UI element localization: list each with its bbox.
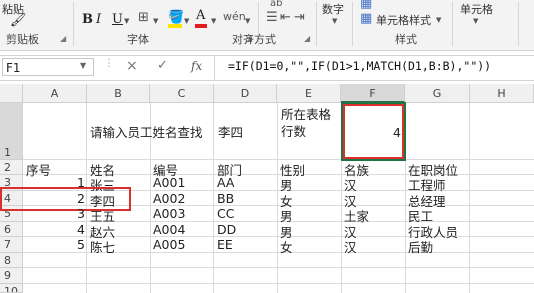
chevron-down-icon[interactable]: ▼	[436, 16, 441, 24]
ribbon: 粘贴 🖌 剪贴板 ◢ B I U ▼ ⊞ ▼ 🪣 ▼ A ▼ wén ▼ 字体 …	[0, 0, 534, 51]
cell-f7[interactable]: 汉	[342, 237, 359, 256]
cancel-icon[interactable]: ×	[126, 58, 138, 74]
separator	[518, 2, 519, 46]
cell-c4[interactable]: A002	[151, 191, 187, 206]
cell-d5[interactable]: CC	[215, 206, 236, 221]
italic-icon[interactable]: I	[96, 13, 101, 27]
chevron-down-icon[interactable]: ▼	[184, 17, 189, 25]
column-header[interactable]: E	[277, 84, 341, 103]
table-format-icon[interactable]: ▦	[360, 0, 372, 11]
decrease-indent-icon[interactable]: ⇤	[280, 11, 291, 25]
chevron-down-icon[interactable]: ▼	[153, 17, 158, 25]
row-header[interactable]: 10	[0, 284, 23, 293]
column-header[interactable]: B	[87, 84, 150, 103]
fill-color-swatch	[168, 24, 182, 28]
alignment-launcher-icon[interactable]: ◢	[304, 34, 310, 43]
borders-icon[interactable]: ⊞	[138, 11, 149, 25]
cell-d4[interactable]: BB	[215, 191, 236, 206]
cell-c6[interactable]: A004	[151, 222, 187, 237]
formula-bar: F1 ▼ ⋮ × ✓ fx =IF(D1=0,"",IF(D1>1,MATCH(…	[0, 55, 534, 81]
row-header[interactable]: 2	[0, 160, 23, 175]
increase-indent-icon[interactable]: ⇥	[294, 11, 305, 25]
phonetic-icon[interactable]: wén	[223, 10, 246, 24]
chevron-down-icon[interactable]: ▼	[473, 17, 478, 25]
cell-e7[interactable]: 女	[278, 237, 295, 256]
chevron-down-icon[interactable]: ▼	[80, 61, 86, 70]
column-header[interactable]: A	[23, 84, 87, 103]
fill-color-icon[interactable]: 🪣	[168, 11, 184, 25]
column-header[interactable]: C	[150, 84, 214, 103]
row-header[interactable]: 1	[0, 103, 23, 160]
cell-g7[interactable]: 后勤	[406, 237, 435, 256]
separator	[73, 2, 74, 46]
separator	[316, 2, 317, 46]
cell-b7[interactable]: 陈七	[88, 237, 117, 256]
column-header[interactable]: G	[405, 84, 470, 103]
group-alignment: 对齐方式	[232, 33, 276, 46]
format-painter-icon[interactable]: 🖌	[10, 14, 27, 28]
group-font: 字体	[127, 33, 149, 46]
column-header[interactable]: D	[214, 84, 277, 103]
cell-d3[interactable]: AA	[215, 175, 236, 190]
cell-style-button[interactable]: 单元格样式	[376, 12, 431, 28]
row-header[interactable]: 8	[0, 253, 23, 268]
font-color-icon[interactable]: A	[196, 9, 205, 23]
cell-e1-line1[interactable]: 所在表格	[279, 107, 333, 123]
row-header[interactable]: 6	[0, 222, 23, 237]
row-header[interactable]: 9	[0, 268, 23, 284]
column-header[interactable]: F	[341, 84, 405, 103]
chevron-down-icon[interactable]: ▼	[124, 17, 129, 25]
cell-d6[interactable]: DD	[215, 222, 238, 237]
drag-handle-icon[interactable]: ⋮	[104, 58, 114, 69]
bold-icon[interactable]: B	[82, 13, 93, 27]
underline-icon[interactable]: U	[112, 13, 123, 27]
cell-c3[interactable]: A001	[151, 175, 187, 190]
group-clipboard: 剪贴板	[6, 33, 39, 46]
worksheet-grid[interactable]: A B C D E F G H 1 2 3 4 5 6 7 8 9 10 请输入…	[0, 84, 534, 293]
cell-e1-line2[interactable]: 行数	[279, 124, 308, 140]
column-header[interactable]: H	[470, 84, 534, 103]
row-header[interactable]: 7	[0, 237, 23, 253]
cells-button[interactable]: 单元格	[460, 1, 493, 17]
confirm-icon[interactable]: ✓	[157, 58, 168, 73]
formula-input[interactable]: =IF(D1=0,"",IF(D1>1,MATCH(D1,B:B),""))	[228, 59, 491, 73]
fx-icon[interactable]: fx	[191, 59, 202, 73]
chevron-down-icon[interactable]: ▼	[211, 17, 216, 25]
highlight-box-f1	[343, 104, 404, 159]
chevron-down-icon[interactable]: ▼	[332, 17, 337, 25]
cell-style-icon[interactable]: ▦	[360, 12, 372, 26]
cell-c7[interactable]: A005	[151, 237, 187, 252]
select-all-corner[interactable]	[0, 84, 23, 103]
cell-a5[interactable]: 3	[23, 206, 87, 221]
cell-a7[interactable]: 5	[23, 237, 87, 252]
cell-c5[interactable]: A003	[151, 206, 187, 221]
separator	[452, 2, 453, 46]
cell-b1[interactable]: 请输入员工姓名查找	[88, 122, 205, 141]
font-color-swatch	[195, 24, 207, 28]
chevron-down-icon[interactable]: ▼	[245, 17, 250, 25]
align-left-icon[interactable]: ☰	[266, 11, 278, 25]
cell-d7[interactable]: EE	[215, 237, 235, 252]
group-styles: 样式	[395, 33, 417, 46]
clipboard-launcher-icon[interactable]: ◢	[60, 34, 66, 43]
cell-d1[interactable]: 李四	[216, 122, 245, 141]
separator	[214, 56, 215, 80]
separator	[352, 2, 353, 46]
wrap-text-icon[interactable]: ab	[270, 0, 282, 11]
number-button[interactable]: 数字	[322, 1, 344, 17]
cell-a6[interactable]: 4	[23, 222, 87, 237]
